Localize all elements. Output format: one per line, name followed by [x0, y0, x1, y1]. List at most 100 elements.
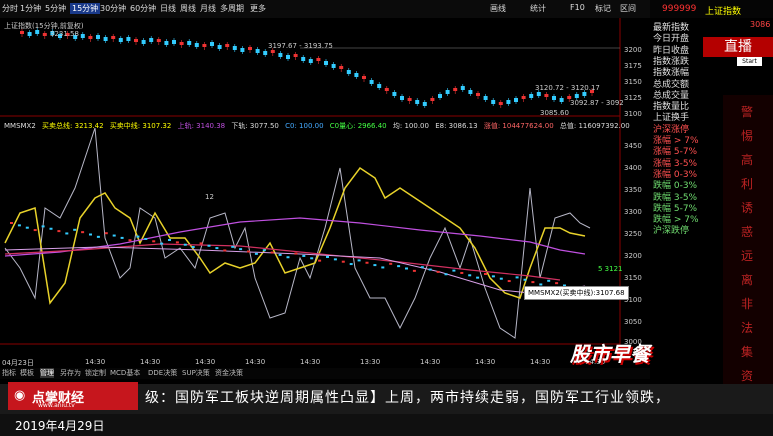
indicator-header: MMSMX2 买卖总线: 3213.42 买卖中线: 3107.32 上轨: 3… [4, 121, 630, 131]
tab-60min[interactable]: 60分钟 [130, 3, 156, 14]
tab-5min[interactable]: 5分钟 [45, 3, 66, 14]
indicator-total: 买卖总线: 3213.42 [42, 122, 104, 130]
quote-header: 999999 上证指数 [650, 0, 773, 18]
tab-timeshare[interactable]: 分时 [2, 3, 18, 14]
mini-candle [96, 235, 100, 238]
tab-30min[interactable]: 30分钟 [100, 3, 126, 14]
indicator-inline-label: 12 [205, 193, 214, 201]
time-tick: 14:30 [85, 358, 106, 366]
mini-candle [476, 276, 480, 279]
logo-icon: ◉ [14, 388, 26, 403]
mini-candle [247, 250, 250, 253]
stock-code: 999999 [662, 4, 697, 14]
y-tick: 3450 [624, 142, 642, 150]
warning-char: 警 [741, 105, 754, 119]
tab-multi-period[interactable]: 多周期 [220, 3, 244, 14]
y-tick: 3175 [624, 62, 642, 70]
mini-candle [10, 222, 13, 224]
stats-button[interactable]: 统计 [530, 3, 546, 14]
tab-15min[interactable]: 15分钟 [70, 3, 101, 14]
indicator-rise: 涨值: 104477624.00 [483, 122, 554, 130]
mini-candle [191, 246, 195, 249]
range-button[interactable]: 区间 [620, 3, 636, 14]
mark-button[interactable]: 标记 [595, 3, 611, 14]
y-tick: 3250 [624, 230, 642, 238]
range-label-b: 3120.72 - 3120.17 [535, 84, 600, 92]
mini-candle [420, 266, 424, 269]
mini-candle [531, 281, 535, 284]
mini-candle [547, 279, 551, 282]
tab-day[interactable]: 日线 [160, 3, 176, 14]
tab-dde[interactable]: DDE决策 [148, 368, 177, 378]
mini-candle [452, 269, 456, 272]
tab-week[interactable]: 周线 [180, 3, 196, 14]
warning-char: 非 [741, 297, 754, 311]
tab-template[interactable]: 模板 [20, 368, 34, 378]
tab-sup[interactable]: SUP决策 [182, 368, 210, 378]
f10-button[interactable]: F10 [570, 3, 585, 12]
tab-month[interactable]: 月线 [200, 3, 216, 14]
indicator-right-label: 5 3121 [598, 265, 623, 273]
bottom-strip [0, 414, 773, 436]
time-tick: 14:30 [420, 358, 441, 366]
mini-candle [357, 259, 361, 262]
mini-candle [555, 282, 559, 285]
live-badge[interactable]: 直播 [703, 37, 773, 57]
mini-candle [523, 278, 527, 281]
mini-candle [286, 256, 290, 259]
mini-candle [175, 241, 179, 244]
warning-char: 惕 [741, 129, 754, 143]
tab-mcd[interactable]: MCD基本 [110, 368, 140, 378]
start-button[interactable]: Start [737, 57, 762, 66]
morning-market-stamp: 股市早餐 [570, 342, 650, 366]
candle-series [20, 28, 594, 108]
time-tick: 14:30 [475, 358, 496, 366]
mini-candle [318, 259, 322, 262]
tab-save-as[interactable]: 另存为 [60, 368, 81, 378]
indicator-line-purple [4, 217, 586, 257]
logo-watermark: www.aniu.tv [38, 402, 75, 409]
tab-indicator[interactable]: 指标 [2, 368, 16, 378]
mini-candle [128, 239, 132, 242]
mini-candle [507, 280, 511, 283]
tab-fund[interactable]: 资金决策 [215, 368, 243, 378]
tab-manage[interactable]: 管理 [40, 368, 54, 378]
indicator-c0-center: C0量心: 2966.40 [329, 122, 387, 130]
mini-candle [270, 251, 274, 254]
time-tick: 14:30 [530, 358, 551, 366]
stock-name: 上证指数 [705, 7, 742, 17]
indicator-mid: 买卖中线: 3107.32 [109, 122, 172, 130]
ticker-text: 级：国防军工板块逆周期属性凸显】上周，两市持续走弱，国防军工行业领跌， [145, 390, 670, 406]
mini-candle [160, 242, 164, 245]
mini-candle [65, 232, 69, 235]
mini-candle [112, 234, 116, 237]
chart-area[interactable] [0, 18, 650, 354]
indicator-lower: 下轨: 3077.50 [231, 122, 279, 130]
mini-candle [428, 268, 432, 271]
warning-char: 利 [741, 177, 754, 191]
mini-candle [397, 265, 401, 268]
mini-candle [89, 233, 92, 236]
tab-1min[interactable]: 1分钟 [20, 3, 41, 14]
mini-candle [515, 276, 519, 279]
mini-candle [239, 248, 243, 251]
mini-candle [152, 240, 156, 243]
y-axis-indicator: 3450 3400 3350 3300 3250 3200 3150 3100 … [624, 130, 650, 350]
y-tick: 3100 [624, 110, 642, 118]
mini-candle [468, 274, 472, 277]
warning-char: 高 [741, 153, 754, 167]
tab-lock[interactable]: 锁定制 [85, 368, 106, 378]
indicator-name: MMSMX2 [4, 122, 36, 130]
crosshair-tooltip: MMSMX2(买卖中线):3107.68 [524, 286, 629, 300]
mini-candle [349, 263, 353, 266]
mini-candle [460, 271, 464, 274]
dotted-candles [10, 222, 574, 289]
tab-more[interactable]: 更多 [250, 3, 266, 14]
broadcast-date: 2019年4月29日 [15, 419, 105, 433]
mini-candle [136, 235, 140, 238]
mini-candle [223, 249, 227, 252]
y-tick: 3150 [624, 274, 642, 282]
range-label-c: 3092.87 - 3092 [570, 99, 624, 107]
warning-char: 远 [741, 249, 754, 263]
draw-line-button[interactable]: 画线 [490, 3, 506, 14]
